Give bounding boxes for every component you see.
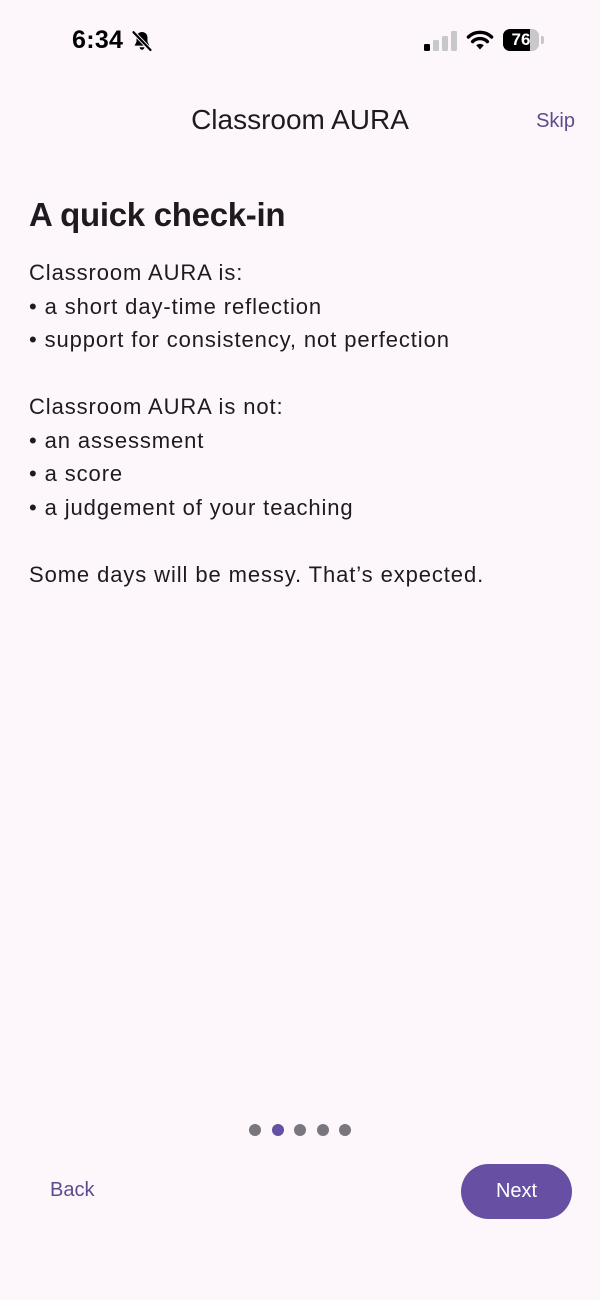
is-not-item: • an assessment — [29, 427, 205, 453]
is-item: • support for consistency, not perfectio… — [29, 327, 450, 352]
page-indicator — [249, 1124, 351, 1136]
onboarding-body: Classroom AURA is: • a short day-time re… — [29, 256, 574, 591]
back-button[interactable]: Back — [50, 1179, 94, 1202]
battery-icon: 76 — [503, 29, 545, 51]
page-dot — [316, 1124, 329, 1136]
is-not-item: • a judgement of your teaching — [29, 494, 354, 520]
page-dot — [339, 1124, 351, 1136]
bell-slash-icon — [132, 30, 152, 52]
status-time: 6:34 — [72, 26, 124, 54]
wifi-icon — [466, 30, 494, 50]
next-button[interactable]: Next — [461, 1164, 572, 1219]
status-bar: 6:34 76 — [0, 0, 600, 84]
page-dot-active — [271, 1124, 284, 1136]
page-heading: A quick check-in — [29, 196, 286, 233]
is-item: • a short day-time reflection — [29, 293, 323, 319]
page-dot — [249, 1124, 261, 1136]
page-dot — [294, 1124, 306, 1136]
skip-button[interactable]: Skip — [536, 110, 575, 133]
closing-text: Some days will be messy. That’s expected… — [29, 561, 485, 587]
app-title: Classroom AURA — [191, 104, 409, 135]
is-heading: Classroom AURA is: — [29, 260, 244, 285]
is-not-item: • a score — [29, 461, 124, 486]
signal-icon — [424, 31, 457, 51]
is-not-heading: Classroom AURA is not: — [29, 394, 284, 419]
battery-level: 76 — [511, 30, 531, 49]
